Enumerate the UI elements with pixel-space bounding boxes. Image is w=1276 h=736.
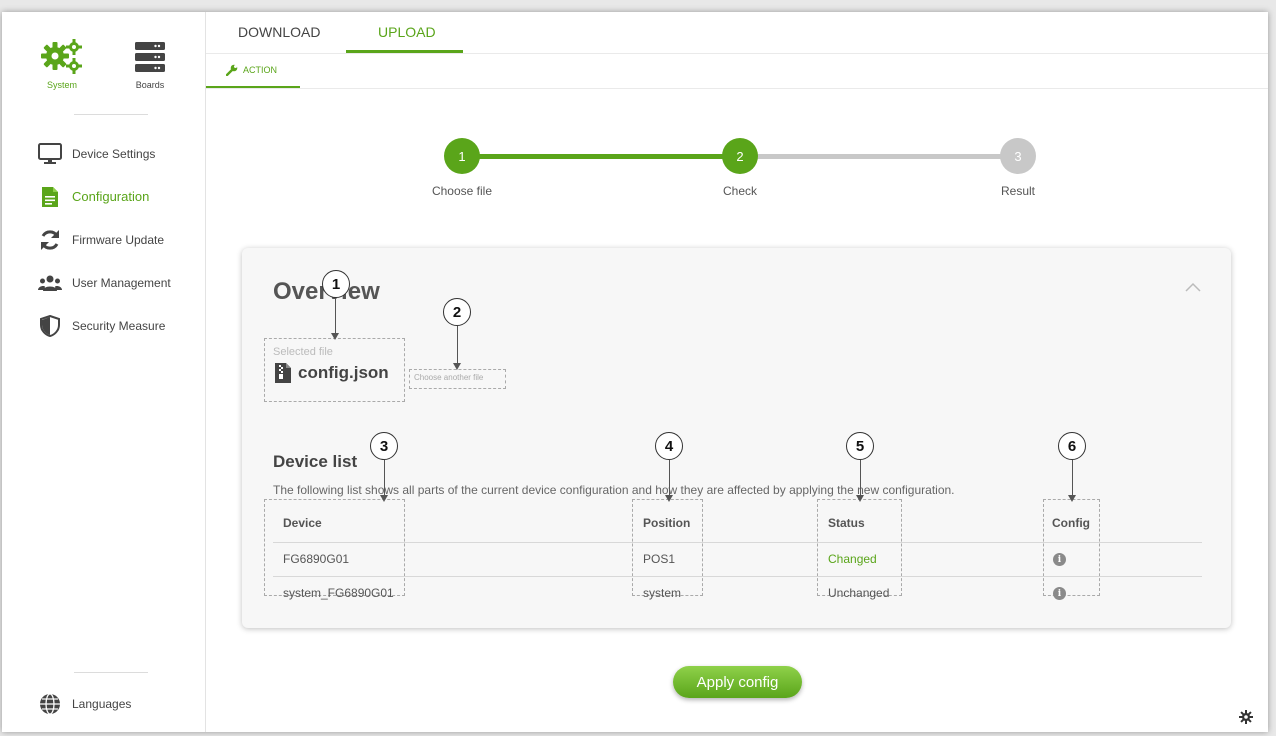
divider xyxy=(74,114,148,115)
step-1-label: Choose file xyxy=(431,184,493,198)
column-header-status: Status xyxy=(828,516,865,530)
sidebar-item-device-settings[interactable]: Device Settings xyxy=(2,132,205,175)
step-2-label: Check xyxy=(722,184,757,198)
config-column-highlight xyxy=(1043,499,1100,596)
sidebar-item-label: Device Settings xyxy=(72,146,156,161)
tab-action-label: ACTION xyxy=(243,65,278,75)
gear-icon[interactable] xyxy=(1239,710,1253,724)
callout-1: 1 xyxy=(322,270,350,298)
step-3-circle: 3 xyxy=(1000,138,1036,174)
zip-file-icon xyxy=(275,363,291,383)
sidebar-item-label: Firmware Update xyxy=(72,232,165,247)
callout-arrow xyxy=(331,298,339,340)
step-connector-pending xyxy=(740,154,1018,159)
progress-stepper: 1 2 3 Choose file Check Result xyxy=(206,132,1266,212)
sidebar-nav: Device Settings Configuration Firmware U… xyxy=(2,132,205,347)
table-divider xyxy=(273,576,1202,577)
system-label: System xyxy=(46,80,77,90)
active-subtab-indicator xyxy=(206,86,300,88)
callout-3: 3 xyxy=(370,432,398,460)
choose-another-file-link[interactable]: Choose another file xyxy=(414,373,483,382)
step-1-circle: 1 xyxy=(444,138,480,174)
status-cell: Unchanged xyxy=(828,586,890,600)
server-stack-icon xyxy=(135,42,165,72)
sidebar-top-switcher: System Boards xyxy=(32,38,182,98)
wrench-icon xyxy=(226,64,238,76)
callout-arrow xyxy=(1068,460,1076,502)
column-header-device: Device xyxy=(283,516,322,530)
callout-6: 6 xyxy=(1058,432,1086,460)
callout-arrow xyxy=(856,460,864,502)
info-icon[interactable]: i xyxy=(1053,553,1066,566)
system-button[interactable]: System xyxy=(32,38,92,98)
selected-file-label: Selected file xyxy=(273,346,333,358)
step-connector-complete xyxy=(462,154,740,159)
languages-label: Languages xyxy=(72,697,132,711)
device-cell: FG6890G01 xyxy=(283,552,350,566)
position-column-highlight xyxy=(632,499,703,596)
gears-icon xyxy=(41,39,82,74)
sidebar-item-firmware-update[interactable]: Firmware Update xyxy=(2,218,205,261)
users-icon xyxy=(38,271,62,295)
chevron-up-icon[interactable] xyxy=(1185,280,1201,296)
device-cell: system_FG6890G01 xyxy=(283,586,394,600)
boards-label: Boards xyxy=(135,80,165,90)
device-column-highlight xyxy=(264,499,405,596)
sidebar-item-label: Configuration xyxy=(72,189,150,204)
apply-config-button[interactable]: Apply config xyxy=(673,666,802,698)
refresh-icon xyxy=(38,228,62,252)
sidebar-item-user-management[interactable]: User Management xyxy=(2,261,205,304)
boards-button[interactable]: Boards xyxy=(120,38,180,98)
status-cell: Changed xyxy=(828,552,877,566)
callout-arrow xyxy=(380,460,388,502)
callout-arrow xyxy=(665,460,673,502)
globe-icon xyxy=(38,692,62,716)
top-tabs: DOWNLOAD UPLOAD xyxy=(206,12,1268,54)
shield-icon xyxy=(38,314,62,338)
column-header-position: Position xyxy=(643,516,691,530)
overview-card: Overview Selected file config.json Choos… xyxy=(242,248,1231,628)
tab-upload[interactable]: UPLOAD xyxy=(378,24,436,40)
document-icon xyxy=(38,185,62,209)
position-cell: system xyxy=(643,586,682,600)
active-tab-indicator xyxy=(346,50,463,53)
callout-arrow xyxy=(453,326,461,370)
sidebar-item-security-measure[interactable]: Security Measure xyxy=(2,304,205,347)
callout-5: 5 xyxy=(846,432,874,460)
position-cell: POS1 xyxy=(643,552,676,566)
sidebar: System Boards Device Settings Configurat… xyxy=(2,12,206,732)
table-divider xyxy=(273,542,1202,543)
step-3-label: Result xyxy=(1000,184,1035,198)
callout-2: 2 xyxy=(443,298,471,326)
tab-action[interactable]: ACTION xyxy=(226,64,277,76)
column-header-config: Config xyxy=(1052,516,1090,530)
status-column-highlight xyxy=(817,499,902,596)
sub-tabs: ACTION xyxy=(206,54,1268,89)
info-icon[interactable]: i xyxy=(1053,587,1066,600)
sidebar-item-label: User Management xyxy=(72,275,171,290)
monitor-icon xyxy=(38,142,62,166)
step-2-circle: 2 xyxy=(722,138,758,174)
languages-button[interactable]: Languages xyxy=(2,692,205,716)
app-window: System Boards Device Settings Configurat… xyxy=(2,12,1268,732)
device-list-description: The following list shows all parts of th… xyxy=(273,483,955,497)
selected-file: config.json xyxy=(275,363,389,383)
device-list-title: Device list xyxy=(273,452,358,471)
divider xyxy=(74,672,148,673)
sidebar-item-label: Security Measure xyxy=(72,318,166,333)
tab-download[interactable]: DOWNLOAD xyxy=(238,24,320,40)
file-name: config.json xyxy=(298,363,389,382)
callout-4: 4 xyxy=(655,432,683,460)
sidebar-item-configuration[interactable]: Configuration xyxy=(2,175,205,218)
